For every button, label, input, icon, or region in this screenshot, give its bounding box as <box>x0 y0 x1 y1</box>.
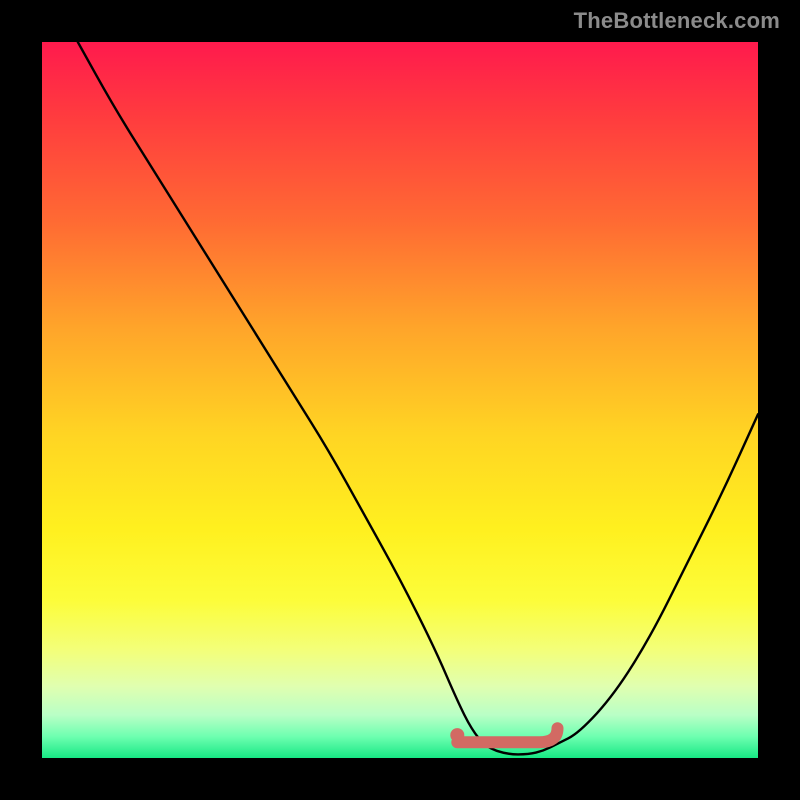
optimal-point-marker <box>450 728 464 742</box>
chart-svg <box>42 42 758 758</box>
plot-area <box>42 42 758 758</box>
chart-frame: TheBottleneck.com <box>0 0 800 800</box>
bottleneck-curve <box>78 42 758 754</box>
watermark-text: TheBottleneck.com <box>574 8 780 34</box>
